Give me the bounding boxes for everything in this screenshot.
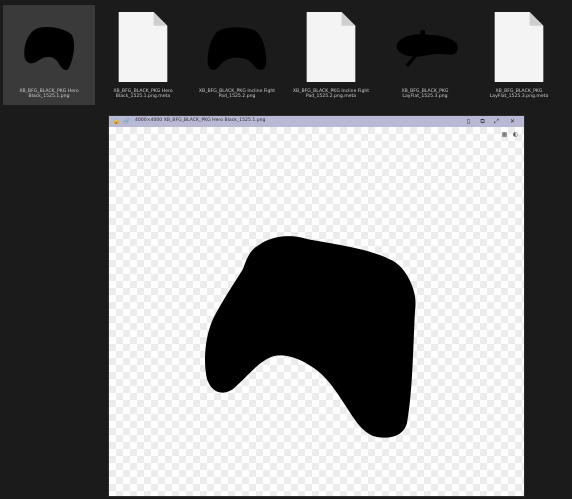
file-name: XB_BFG_BLACK_PKG Incline Fight Pad_1525.… (198, 89, 276, 100)
file-tile-incline-fight-pad-png[interactable]: XB_BFG_BLACK_PKG Incline Fight Pad_1525.… (191, 5, 283, 105)
thumbnail-controller-hero (11, 9, 87, 85)
image-preview-window: 🔒 🔗 4000×4000 XB_BFG_BLACK_PKG Hero Blac… (109, 116, 524, 496)
file-name: XB_BFG_BLACK_PKG LayFlat_1525.3.png.meta (489, 89, 549, 100)
file-tile-hero-black-png[interactable]: XB_BFG_BLACK_PKG Hero Black_1525.1.png (3, 5, 95, 105)
page-icon[interactable]: ▯ (464, 117, 473, 126)
preview-titlebar[interactable]: 🔒 🔗 4000×4000 XB_BFG_BLACK_PKG Hero Blac… (109, 116, 524, 127)
file-name: XB_BFG_BLACK_PKG Incline Fight Pad_1525.… (292, 89, 370, 100)
color-channel-icon[interactable]: ◐ (512, 131, 519, 138)
link-icon[interactable]: 🔗 (122, 117, 131, 126)
file-grid: XB_BFG_BLACK_PKG Hero Black_1525.1.png X… (0, 0, 572, 110)
document-icon (293, 9, 369, 85)
lock-icon[interactable]: 🔒 (112, 117, 121, 126)
thumbnail-controller-incline (199, 9, 275, 85)
file-tile-incline-fight-pad-meta[interactable]: XB_BFG_BLACK_PKG Incline Fight Pad_1525.… (285, 5, 377, 105)
file-name: XB_BFG_BLACK_PKG Hero Black_1525.1.png.m… (113, 89, 173, 100)
preview-title: 4000×4000 XB_BFG_BLACK_PKG Hero Black_15… (135, 118, 266, 123)
expand-icon[interactable]: ⤢ (492, 117, 501, 126)
document-icon (105, 9, 181, 85)
file-name: XB_BFG_BLACK_PKG Hero Black_1525.1.png (19, 89, 79, 100)
copy-icon[interactable]: ⧉ (478, 117, 487, 126)
file-name: XB_BFG_BLACK_PKG LayFlat_1525.3.png (401, 89, 449, 100)
document-icon (481, 9, 557, 85)
controller-silhouette (199, 227, 429, 447)
checker-toggle-icon[interactable]: ▦ (501, 131, 508, 138)
file-tile-hero-black-meta[interactable]: XB_BFG_BLACK_PKG Hero Black_1525.1.png.m… (97, 5, 189, 105)
image-canvas[interactable]: ▦ ◐ (109, 127, 524, 496)
close-icon[interactable]: ✕ (508, 117, 517, 126)
file-tile-layflat-png[interactable]: XB_BFG_BLACK_PKG LayFlat_1525.3.png (379, 5, 471, 105)
thumbnail-controller-layflat (387, 9, 463, 85)
file-tile-layflat-meta[interactable]: XB_BFG_BLACK_PKG LayFlat_1525.3.png.meta (473, 5, 565, 105)
